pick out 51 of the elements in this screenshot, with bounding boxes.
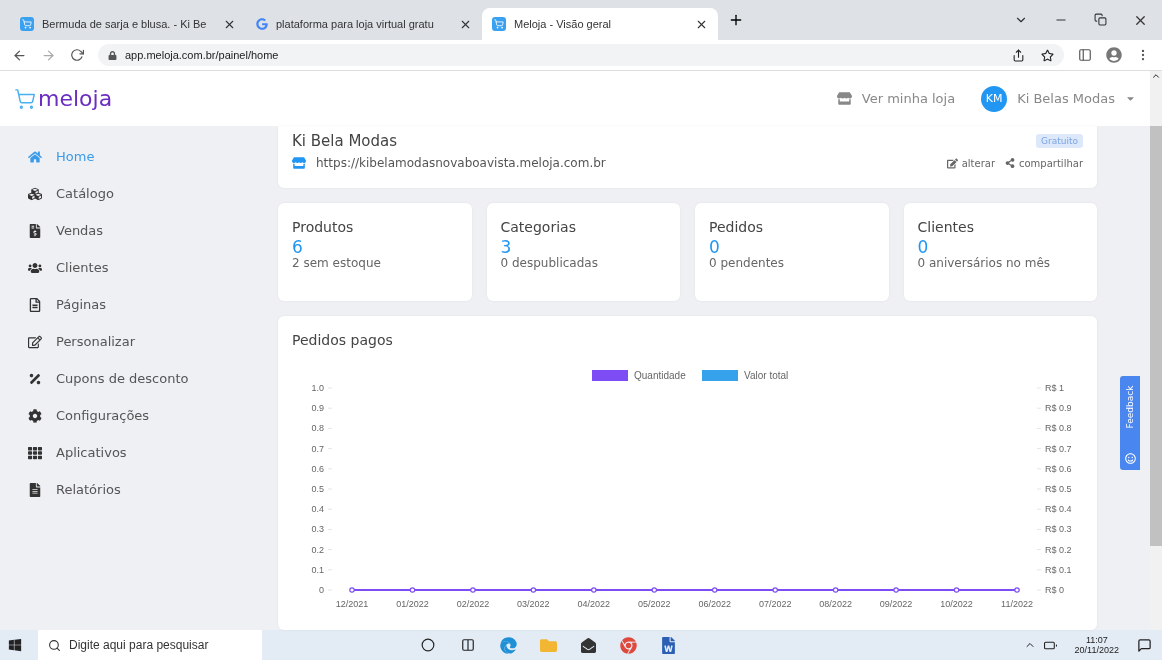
stat-value: 0 — [917, 239, 929, 256]
x-tick-label: 02/2022 — [456, 599, 490, 609]
stat-value: 6 — [292, 239, 304, 256]
stat-title: Produtos — [292, 219, 355, 235]
x-tick-label: 03/2022 — [517, 599, 550, 609]
y-tick-label: R$ 1 — [1045, 383, 1064, 393]
y-tick-label: R$ 0.8 — [1045, 423, 1072, 434]
y-tick-label: R$ 0.5 — [1045, 484, 1072, 494]
x-tick-label: 05/2022 — [638, 599, 671, 609]
legend-label: Quantidade — [634, 370, 686, 381]
x-tick-label: 04/2022 — [577, 599, 611, 609]
chart-title: Pedidos pagos — [292, 332, 394, 348]
y-tick-label: R$ 0.3 — [1045, 524, 1072, 535]
x-tick-label: 12/2021 — [335, 599, 369, 609]
stat-value: 3 — [500, 239, 512, 256]
y-tick-label: R$ 0 — [1045, 585, 1064, 595]
y-tick-label: 0.7 — [311, 443, 324, 454]
y-tick-label: 0.6 — [311, 463, 324, 474]
y-tick-label: 0.5 — [311, 484, 324, 494]
stat-title: Pedidos — [709, 219, 765, 235]
x-tick-label: 08/2022 — [819, 599, 852, 609]
plan-badge: Gratuito — [1036, 134, 1083, 148]
x-tick-label: 01/2022 — [396, 599, 429, 609]
legend-label: Valor total — [744, 370, 789, 381]
x-tick-label: 10/2022 — [940, 599, 973, 609]
stat-value: 0 — [709, 239, 721, 256]
y-tick-label: R$ 0.1 — [1045, 564, 1072, 575]
x-tick-label: 06/2022 — [698, 599, 731, 609]
x-tick-label: 11/2022 — [1001, 599, 1033, 609]
y-tick-label: R$ 0.6 — [1045, 463, 1072, 474]
x-tick-label: 09/2022 — [879, 599, 913, 609]
y-tick-label: R$ 0.9 — [1045, 403, 1072, 414]
y-tick-label: 0.3 — [311, 524, 324, 535]
stat-note: 0 aniversários no mês — [917, 256, 1052, 270]
y-tick-label: 0.9 — [311, 403, 324, 414]
y-tick-label: 0.2 — [311, 544, 324, 555]
store-name: Ki Bela Modas — [292, 132, 398, 150]
stat-note: 0 despublicadas — [500, 256, 599, 270]
y-tick-label: R$ 0.7 — [1045, 443, 1072, 454]
stat-title: Clientes — [917, 219, 975, 235]
stat-note: 0 pendentes — [709, 256, 785, 270]
y-tick-label: 0.4 — [311, 504, 324, 515]
y-tick-label: R$ 0.4 — [1045, 504, 1072, 515]
y-tick-label: R$ 0.2 — [1045, 544, 1072, 555]
y-tick-label: 1.0 — [311, 383, 324, 393]
stat-note: 2 sem estoque — [292, 256, 382, 270]
stat-title: Categorias — [500, 219, 577, 235]
x-tick-label: 07/2022 — [758, 599, 792, 609]
y-tick-label: 0.8 — [311, 423, 324, 434]
y-tick-label: 0.1 — [311, 564, 324, 575]
y-tick-label: 0 — [319, 585, 324, 595]
